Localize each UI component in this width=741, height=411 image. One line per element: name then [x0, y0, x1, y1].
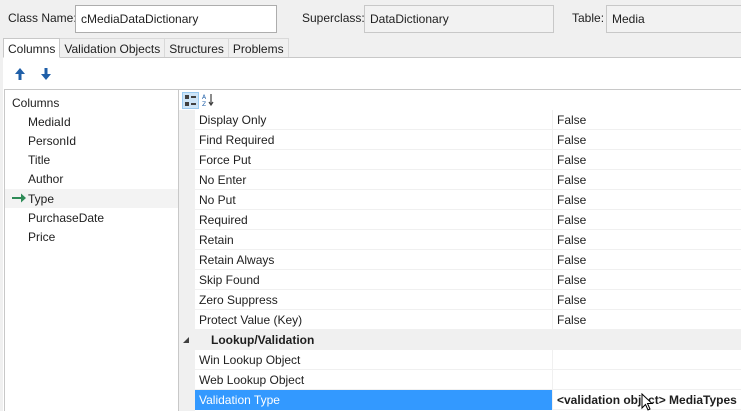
property-name: No Put [195, 190, 553, 210]
tab-validation-objects[interactable]: Validation Objects [60, 38, 166, 58]
categorized-icon [185, 95, 196, 106]
class-name-label: Class Name: [8, 11, 77, 25]
current-arrow-icon [12, 193, 26, 203]
tree-item-label: PurchaseDate [28, 211, 105, 225]
tab-columns[interactable]: Columns [3, 38, 61, 58]
property-value[interactable]: False [553, 310, 741, 330]
table-field: Media [606, 5, 741, 33]
property-value[interactable]: False [553, 110, 741, 130]
category-name: Lookup/Validation [211, 333, 315, 347]
tree-item-label: Title [28, 153, 51, 167]
property-value[interactable]: False [553, 290, 741, 310]
tree-item-title[interactable]: Title [5, 150, 178, 169]
tree-item-label: Price [28, 230, 56, 244]
tree-item-price[interactable]: Price [5, 227, 178, 246]
property-value[interactable]: False [553, 210, 741, 230]
property-row-find-required[interactable]: Find Required False [195, 130, 741, 150]
tree-item-author[interactable]: Author [5, 169, 178, 188]
tree-item-type[interactable]: Type [5, 189, 178, 208]
sort-alphabetical-button[interactable]: A Z [201, 92, 218, 109]
property-name: Retain [195, 230, 553, 250]
property-name: Retain Always [195, 250, 553, 270]
table-label: Table: [572, 11, 605, 25]
columns-tree[interactable]: Columns MediaId PersonId Title Author Ty… [4, 89, 179, 411]
tree-item-label: PersonId [28, 134, 77, 148]
property-row-win-lookup-object[interactable]: Win Lookup Object [195, 350, 741, 370]
property-value[interactable]: False [553, 270, 741, 290]
property-value[interactable] [553, 350, 741, 370]
property-row-retain[interactable]: Retain False [195, 230, 741, 250]
category-lookup-validation[interactable]: Lookup/Validation [183, 330, 741, 350]
property-value[interactable]: False [553, 230, 741, 250]
move-down-button[interactable] [38, 66, 54, 82]
property-name: Display Only [195, 110, 553, 130]
property-row-no-enter[interactable]: No Enter False [195, 170, 741, 190]
property-row-zero-suppress[interactable]: Zero Suppress False [195, 290, 741, 310]
tab-strip: Columns Validation Objects Structures Pr… [3, 38, 289, 58]
property-grid: A Z Display Only False Find Required False… [179, 89, 741, 411]
tree-item-purchasedate[interactable]: PurchaseDate [5, 208, 178, 227]
mouse-cursor-icon [641, 393, 654, 411]
property-name: Protect Value (Key) [195, 310, 553, 330]
tree-item-mediaid[interactable]: MediaId [5, 112, 178, 131]
categorized-button[interactable] [182, 92, 199, 109]
property-value[interactable]: False [553, 130, 741, 150]
property-rows: Display Only False Find Required False For… [183, 110, 741, 410]
property-row-no-put[interactable]: No Put False [195, 190, 741, 210]
arrow-down-icon [41, 68, 51, 80]
tab-structures[interactable]: Structures [165, 38, 229, 58]
property-row-validation-type[interactable]: Validation Type<validation object> Media… [195, 390, 741, 410]
property-name: Win Lookup Object [195, 350, 553, 370]
grid-toolbar: A Z [182, 92, 218, 110]
property-row-display-only[interactable]: Display Only False [195, 110, 741, 130]
property-name: Force Put [195, 150, 553, 170]
property-row-required[interactable]: Required False [195, 210, 741, 230]
property-row-protect-value[interactable]: Protect Value (Key) False [195, 310, 741, 330]
superclass-label: Superclass: [302, 11, 365, 25]
property-name: Web Lookup Object [195, 370, 553, 390]
property-name: Find Required [195, 130, 553, 150]
property-row-skip-found[interactable]: Skip Found False [195, 270, 741, 290]
property-name: Validation Type [195, 390, 553, 410]
property-row-force-put[interactable]: Force Put False [195, 150, 741, 170]
move-up-button[interactable] [12, 66, 28, 82]
property-value[interactable]: False [553, 150, 741, 170]
superclass-field: DataDictionary [364, 5, 554, 33]
property-row-web-lookup-object[interactable]: Web Lookup Object [195, 370, 741, 390]
tree-item-label: Author [28, 172, 64, 186]
grid-gutter [179, 110, 195, 411]
tree-item-label: Type [28, 192, 55, 206]
tree-item-label: MediaId [28, 115, 71, 129]
property-name: Required [195, 210, 553, 230]
property-name: Skip Found [195, 270, 553, 290]
tree-item-personid[interactable]: PersonId [5, 131, 178, 150]
property-name: Zero Suppress [195, 290, 553, 310]
svg-text:A: A [202, 94, 207, 101]
class-name-input[interactable]: cMediaDataDictionary [75, 5, 277, 33]
property-name: No Enter [195, 170, 553, 190]
tree-root-columns[interactable]: Columns [12, 96, 59, 110]
arrow-up-icon [15, 68, 25, 80]
svg-text:Z: Z [202, 101, 206, 107]
property-row-retain-always[interactable]: Retain Always False [195, 250, 741, 270]
tab-problems[interactable]: Problems [228, 38, 289, 58]
property-value[interactable]: False [553, 190, 741, 210]
property-value[interactable] [553, 370, 741, 390]
property-value[interactable]: False [553, 170, 741, 190]
property-value[interactable]: False [553, 250, 741, 270]
collapse-triangle-icon[interactable] [182, 336, 190, 344]
sort-az-icon: A Z [202, 94, 214, 108]
